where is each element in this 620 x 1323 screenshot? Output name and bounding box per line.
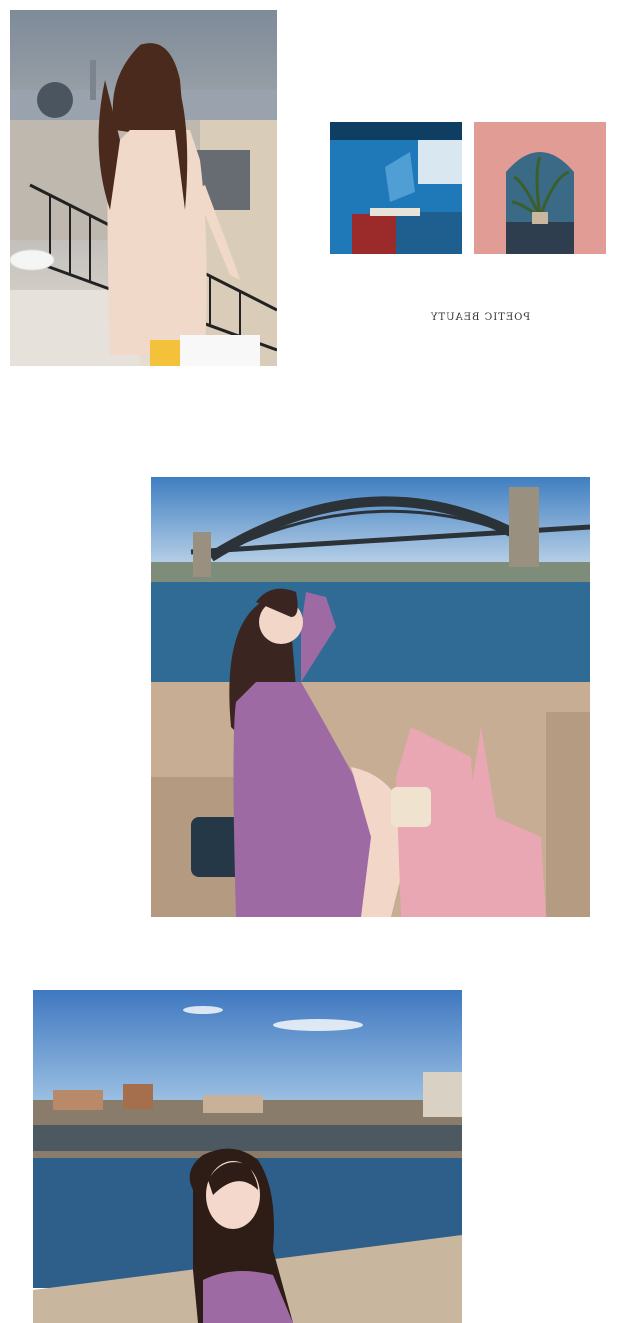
waterfront-portrait-photo <box>33 990 462 1323</box>
pink-arch-thumbnail <box>474 122 606 254</box>
paris-balcony-photo <box>10 10 277 366</box>
poetic-beauty-caption: POETIC BEAUTY <box>429 312 531 323</box>
blue-room-thumbnail <box>330 122 462 254</box>
harbour-bridge-photo <box>151 477 590 917</box>
